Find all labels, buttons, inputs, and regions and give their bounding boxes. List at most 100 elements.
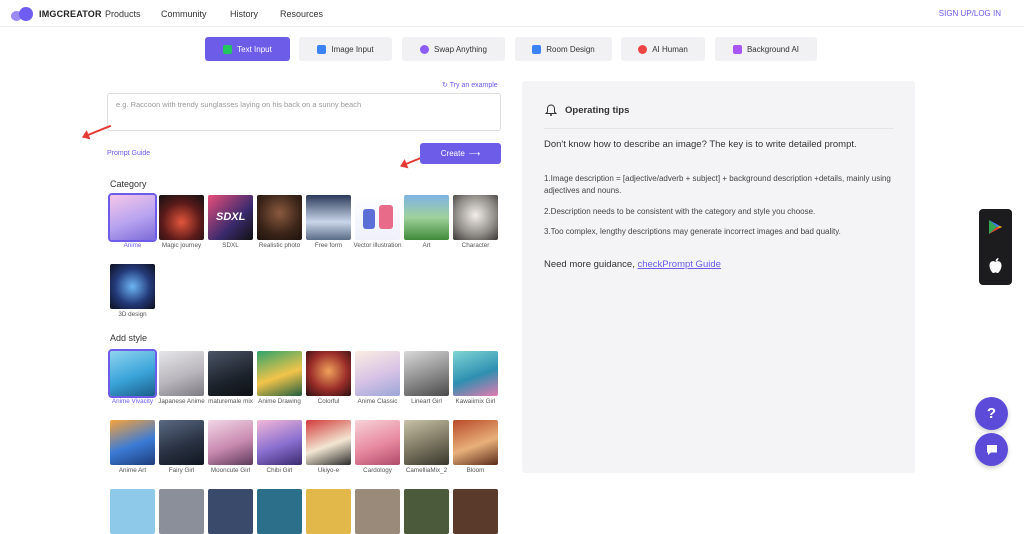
home-icon — [532, 44, 542, 54]
style-thumb[interactable] — [257, 489, 302, 534]
style-label: maturemale mix — [208, 398, 253, 405]
style-thumb[interactable] — [453, 489, 498, 534]
tab-label: Text Input — [237, 44, 272, 54]
category-label: 3D design — [118, 311, 147, 318]
google-play-icon[interactable] — [988, 219, 1003, 235]
style-thumb[interactable] — [453, 351, 498, 396]
image-icon — [317, 44, 327, 54]
category-thumb-realistic-photo[interactable] — [257, 195, 302, 240]
style-thumb[interactable] — [404, 351, 449, 396]
try-example-link[interactable]: ↻ Try an example — [442, 81, 498, 89]
red-arrow-annotation — [82, 124, 112, 138]
tips-point-3: 3.Too complex, lengthy descriptions may … — [544, 227, 841, 236]
style-label: Cardology — [363, 467, 392, 474]
style-label: Anime Classic — [357, 398, 398, 405]
tab-background-ai[interactable]: Background AI — [715, 37, 817, 61]
style-thumb[interactable] — [110, 420, 155, 465]
style-label: Anime Vivacity — [111, 398, 154, 405]
style-thumb[interactable] — [257, 351, 302, 396]
signup-login-link[interactable]: SIGN UP/LOG IN — [939, 9, 1001, 18]
tab-label: Background AI — [746, 44, 800, 54]
tab-label: Swap Anything — [434, 44, 487, 54]
style-thumb[interactable] — [208, 351, 253, 396]
style-thumb[interactable] — [159, 420, 204, 465]
tab-room-design[interactable]: Room Design — [515, 37, 612, 61]
category-thumb-free-form[interactable] — [306, 195, 351, 240]
category-label: Character — [461, 242, 490, 249]
tips-point-2: 2.Description needs to be consistent wit… — [544, 207, 816, 216]
style-label: Lineart Girl — [411, 398, 442, 405]
operating-tips-panel: Operating tips Don't know how to describ… — [522, 81, 915, 473]
text-icon — [223, 44, 233, 54]
style-label: CamelliaMix_2 — [405, 467, 448, 474]
tab-text-input[interactable]: Text Input — [205, 37, 290, 61]
tips-title: Operating tips — [565, 104, 630, 116]
bell-icon — [544, 104, 558, 116]
nav-history[interactable]: History — [230, 9, 258, 19]
tips-more: Need more guidance, checkPrompt Guide — [544, 259, 721, 270]
swap-icon — [420, 44, 430, 54]
category-thumb-art[interactable] — [404, 195, 449, 240]
help-button[interactable]: ? — [975, 397, 1008, 430]
style-thumb[interactable] — [110, 489, 155, 534]
style-thumb[interactable] — [159, 489, 204, 534]
add-style-title: Add style — [110, 333, 148, 343]
category-thumb-sdxl[interactable]: SDXL — [208, 195, 253, 240]
prompt-guide-link[interactable]: Prompt Guide — [107, 150, 150, 157]
category-label: Free form — [314, 242, 343, 249]
style-label: Kawaiimix Girl — [455, 398, 496, 405]
tab-image-input[interactable]: Image Input — [299, 37, 392, 61]
style-thumb[interactable] — [108, 349, 157, 398]
style-thumb[interactable] — [306, 489, 351, 534]
nav-products[interactable]: Products — [105, 9, 141, 19]
category-thumb-anime[interactable] — [108, 193, 157, 242]
layers-icon — [732, 44, 742, 54]
style-thumb[interactable] — [306, 351, 351, 396]
apple-icon[interactable] — [988, 257, 1003, 274]
tips-more-text: Need more guidance, — [544, 259, 635, 270]
style-thumb[interactable] — [208, 489, 253, 534]
style-label: Japanese Anime — [158, 398, 205, 405]
style-thumb[interactable] — [355, 489, 400, 534]
category-label: Magic journey — [161, 242, 202, 249]
prompt-placeholder: e.g. Raccoon with trendy sunglasses layi… — [116, 100, 362, 109]
tab-ai-human[interactable]: AI Human — [621, 37, 705, 61]
style-thumb[interactable] — [355, 420, 400, 465]
category-label: Vector illustration — [353, 242, 402, 249]
create-button[interactable]: Create ⟶ — [420, 143, 501, 164]
try-example-label: Try an example — [449, 82, 498, 89]
category-label: Anime — [123, 242, 142, 249]
tips-point-1: 1.Image description = [adjective/adverb … — [544, 174, 891, 195]
style-label: Bloom — [466, 467, 485, 474]
style-label: Chibi Girl — [266, 467, 293, 474]
category-thumb-character[interactable] — [453, 195, 498, 240]
prompt-input[interactable]: e.g. Raccoon with trendy sunglasses layi… — [107, 93, 501, 131]
logo-mark-icon — [11, 7, 37, 21]
style-label: Anime Art — [118, 467, 147, 474]
nav-community[interactable]: Community — [161, 9, 207, 19]
style-thumb[interactable] — [159, 351, 204, 396]
style-thumb[interactable] — [306, 420, 351, 465]
category-thumb-magic-journey[interactable] — [159, 195, 204, 240]
app-download-bar — [979, 209, 1012, 285]
style-thumb[interactable] — [355, 351, 400, 396]
style-thumb[interactable] — [453, 420, 498, 465]
tab-label: AI Human — [652, 44, 688, 54]
style-thumb[interactable] — [404, 489, 449, 534]
category-label: Realistic photo — [258, 242, 301, 249]
logo[interactable]: IMGCREATOR — [11, 7, 102, 21]
arrow-right-icon: ⟶ — [468, 149, 481, 158]
category-thumb-vector-illustration[interactable] — [355, 195, 400, 240]
tab-swap-anything[interactable]: Swap Anything — [402, 37, 505, 61]
style-thumb[interactable] — [257, 420, 302, 465]
nav-resources[interactable]: Resources — [280, 9, 323, 19]
style-thumb[interactable] — [208, 420, 253, 465]
category-thumb-3d-design[interactable] — [110, 264, 155, 309]
style-thumb[interactable] — [404, 420, 449, 465]
style-label: Colorful — [317, 398, 340, 405]
category-title: Category — [110, 179, 147, 189]
style-label: Ukiyo-e — [317, 467, 340, 474]
prompt-guide-inline-link[interactable]: checkPrompt Guide — [637, 259, 720, 270]
chat-button[interactable] — [975, 433, 1008, 466]
tips-lead: Don't know how to describe an image? The… — [544, 139, 857, 150]
